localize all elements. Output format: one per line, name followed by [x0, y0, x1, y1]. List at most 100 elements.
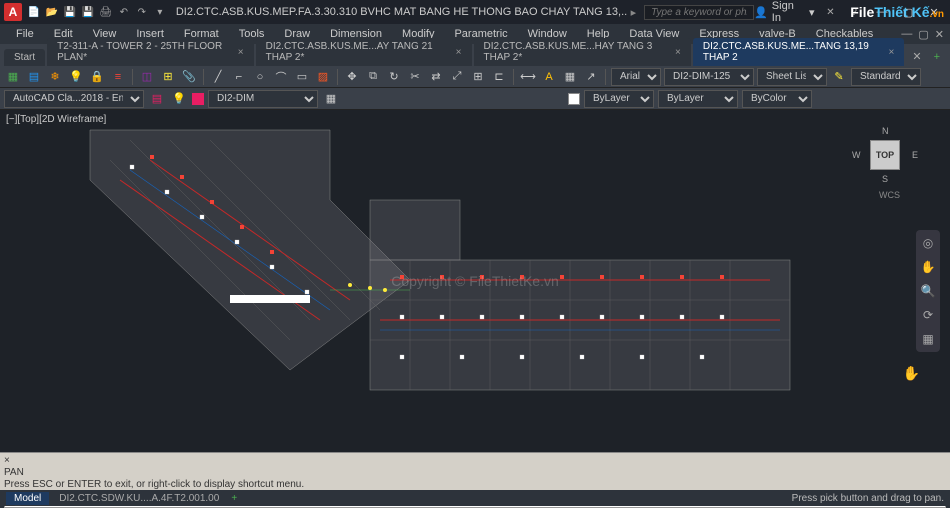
zoom-icon[interactable]: 🔍	[919, 282, 937, 300]
rect-icon[interactable]: ▭	[293, 68, 311, 86]
brush-icon[interactable]: ✎	[830, 68, 848, 86]
dimstyle-select[interactable]: DI2-DIM-125	[664, 68, 754, 86]
chevron-down-icon: ▾	[809, 6, 815, 19]
bylayer-swatch	[568, 93, 580, 105]
xref-icon[interactable]: 📎	[180, 68, 198, 86]
undo-icon[interactable]: ↶	[116, 4, 132, 20]
tab-doc3[interactable]: DI2.CTC.ASB.KUS.ME...HAY TANG 3 THAP 2*×	[474, 38, 691, 66]
plot-icon[interactable]: 🖨	[98, 4, 114, 20]
viewcube[interactable]: N S E W TOP	[860, 130, 910, 180]
saveas-icon[interactable]: 💾	[80, 4, 96, 20]
textstyle-select[interactable]: Arial	[611, 68, 661, 86]
document-tabs: Start T2-311-A - TOWER 2 - 25TH FLOOR PL…	[0, 44, 950, 66]
viewcube-top[interactable]: TOP	[870, 140, 900, 170]
copy-icon[interactable]: ⧉	[364, 68, 382, 86]
sheet-select[interactable]: Sheet List	[757, 68, 827, 86]
app-icon[interactable]: A	[4, 3, 22, 21]
tab-label: DI2.CTC.ASB.KUS.ME...AY TANG 21 THAP 2*	[266, 41, 450, 63]
new-icon[interactable]: 📄	[26, 4, 42, 20]
mirror-icon[interactable]: ⇄	[427, 68, 445, 86]
compass-n: N	[882, 126, 889, 136]
close-icon[interactable]: ×	[889, 47, 895, 58]
block-icon[interactable]: ◫	[138, 68, 156, 86]
wcs-label: WCS	[879, 190, 900, 200]
command-history: × PAN Press ESC or ENTER to exit, or rig…	[4, 455, 946, 491]
tab-doc1[interactable]: T2-311-A - TOWER 2 - 25TH FLOOR PLAN* ×	[47, 38, 254, 66]
title-bar: A 📄 📂 💾 💾 🖨 ↶ ↷ ▾ DI2.CTC.ASB.KUS.MEP.FA…	[0, 0, 950, 24]
tab-start[interactable]: Start	[4, 49, 45, 66]
layer-off-icon[interactable]: 💡	[67, 68, 85, 86]
quick-access-toolbar: 📄 📂 💾 💾 🖨 ↶ ↷ ▾	[26, 4, 168, 20]
scale-icon[interactable]: ⤢	[448, 68, 466, 86]
tab-label: T2-311-A - TOWER 2 - 25TH FLOOR PLAN*	[57, 41, 232, 63]
doc-close-icon[interactable]: ✕	[935, 28, 944, 41]
tab-label: DI2.CTC.ASB.KUS.ME...TANG 13,19 THAP 2	[703, 41, 883, 63]
signin-label: Sign In	[772, 0, 805, 24]
doc-restore-icon[interactable]: ▢	[918, 28, 928, 41]
text-icon[interactable]: A	[540, 68, 558, 86]
compass-e: E	[912, 150, 918, 160]
redo-icon[interactable]: ↷	[134, 4, 150, 20]
layer-walk-icon[interactable]: ▦	[322, 90, 340, 108]
layer-match-icon[interactable]: ≡	[109, 68, 127, 86]
pline-icon[interactable]: ⌐	[230, 68, 248, 86]
add-layout-icon[interactable]: +	[231, 493, 237, 504]
save-icon[interactable]: 💾	[62, 4, 78, 20]
navigation-bar: ◎ ✋ 🔍 ⟳ ▦	[916, 230, 940, 352]
move-icon[interactable]: ✥	[343, 68, 361, 86]
open-icon[interactable]: 📂	[44, 4, 60, 20]
drawing-viewport[interactable]: [−][Top][2D Wireframe]	[0, 110, 950, 452]
array-icon[interactable]: ⊞	[469, 68, 487, 86]
command-line: × PAN Press ESC or ENTER to exit, or rig…	[0, 452, 950, 490]
orbit-icon[interactable]: ⟳	[919, 306, 937, 324]
current-layer-select[interactable]: DI2-DIM	[208, 90, 318, 108]
title-chevron-icon[interactable]: ▸	[631, 6, 637, 19]
circle-icon[interactable]: ○	[251, 68, 269, 86]
arc-icon[interactable]: ⌒	[272, 68, 290, 86]
properties-bar: AutoCAD Cla...2018 - Englisl ▤ 💡 DI2-DIM…	[0, 88, 950, 110]
table-icon[interactable]: ▦	[561, 68, 579, 86]
layer-freeze-icon[interactable]: ❄	[46, 68, 64, 86]
color-select[interactable]: ByColor	[742, 90, 812, 108]
layer-props-icon[interactable]: ▤	[148, 90, 166, 108]
tab-doc2[interactable]: DI2.CTC.ASB.KUS.ME...AY TANG 21 THAP 2* ×	[256, 38, 472, 66]
offset-icon[interactable]: ⊏	[490, 68, 508, 86]
color-swatch	[192, 93, 204, 105]
line-icon[interactable]: ╱	[209, 68, 227, 86]
signin-button[interactable]: 👤 Sign In ▾	[754, 0, 814, 24]
status-hint: Press pick button and drag to pan.	[792, 493, 944, 504]
close-icon[interactable]: ×	[675, 47, 681, 58]
insert-icon[interactable]: ⊞	[159, 68, 177, 86]
leader-icon[interactable]: ↗	[582, 68, 600, 86]
close-icon[interactable]: ×	[238, 47, 244, 58]
layer-iso-icon[interactable]: 💡	[170, 90, 188, 108]
user-icon: 👤	[754, 6, 768, 19]
pan-icon[interactable]: ✋	[919, 258, 937, 276]
search-input[interactable]	[644, 5, 754, 20]
compass-w: W	[852, 150, 861, 160]
showmotion-icon[interactable]: ▦	[919, 330, 937, 348]
ribbon-toolbar: ▦ ▤ ❄ 💡 🔒 ≡ ◫ ⊞ 📎 ╱ ⌐ ○ ⌒ ▭ ▨ ✥ ⧉ ↻ ✂ ⇄ …	[0, 66, 950, 88]
exchange-icon[interactable]: ✕	[823, 4, 839, 20]
tab-doc4[interactable]: DI2.CTC.ASB.KUS.ME...TANG 13,19 THAP 2 ×	[693, 38, 904, 66]
layer-lock-icon[interactable]: 🔒	[88, 68, 106, 86]
close-icon[interactable]: ×	[456, 47, 462, 58]
linetype-select[interactable]: ByLayer	[584, 90, 654, 108]
trim-icon[interactable]: ✂	[406, 68, 424, 86]
hatch-icon[interactable]: ▨	[314, 68, 332, 86]
add-tab-button[interactable]: +	[928, 48, 946, 66]
layer-select[interactable]: AutoCAD Cla...2018 - Englisl	[4, 90, 144, 108]
layer-icon[interactable]: ▦	[4, 68, 22, 86]
menu-file[interactable]: File	[6, 26, 44, 42]
new-tab-button[interactable]: ✕	[906, 47, 927, 66]
layer-states-icon[interactable]: ▤	[25, 68, 43, 86]
site-logo: FileThiết Kế.vn	[850, 4, 944, 20]
rotate-icon[interactable]: ↻	[385, 68, 403, 86]
qat-more-icon[interactable]: ▾	[152, 4, 168, 20]
standard-select[interactable]: Standard	[851, 68, 921, 86]
lineweight-select[interactable]: ByLayer	[658, 90, 738, 108]
dim-icon[interactable]: ⟷	[519, 68, 537, 86]
layout-tab[interactable]: DI2.CTC.SDW.KU....A.4F.T2.001.00	[51, 492, 227, 505]
wheel-icon[interactable]: ◎	[919, 234, 937, 252]
model-tab[interactable]: Model	[6, 492, 49, 505]
